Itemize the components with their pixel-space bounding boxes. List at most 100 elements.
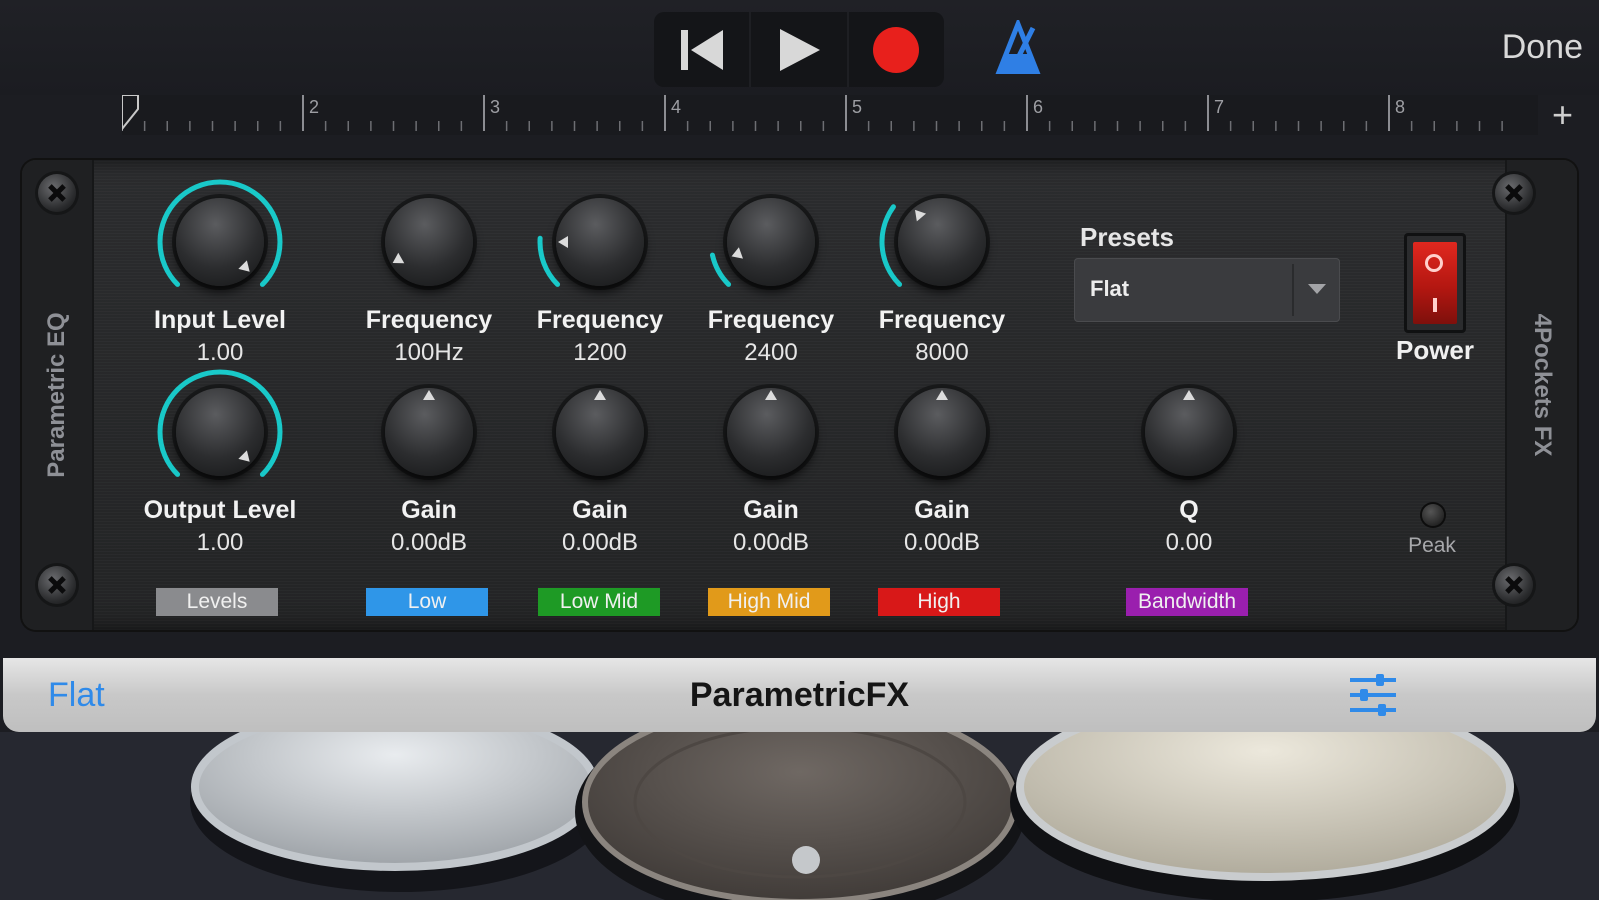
output-level-value: 1.00 [196, 529, 244, 556]
frequency-low-mid-knob-control [535, 177, 665, 307]
play-button[interactable] [751, 12, 849, 87]
add-section-button[interactable]: + [1552, 94, 1573, 136]
play-icon [779, 28, 820, 71]
frequency-high-mid-arc-path [709, 252, 732, 287]
gain-high-mid-knob-control [706, 367, 836, 497]
frequency-low-knob-control [364, 177, 494, 307]
ruler-bar-number: 2 [309, 97, 319, 117]
gain-low-knob-control [364, 367, 494, 497]
timeline-ruler[interactable]: 2 3 4 5 6 7 8 [122, 95, 1538, 135]
presets-dropdown[interactable]: Flat [1074, 258, 1340, 322]
frequency-high-arc-path [879, 204, 903, 287]
output-level-knob-control [155, 367, 285, 497]
playhead-marker-icon [122, 95, 139, 131]
q-value: 0.00 [1165, 529, 1213, 556]
plugin-name-label: Parametric EQ [43, 312, 70, 478]
gain-high-label: Gain [914, 496, 970, 524]
transport-controls [654, 12, 944, 87]
peak-label: Peak [1408, 534, 1456, 557]
frequency-high-mid-value: 2400 [744, 339, 798, 366]
dropdown-divider [1292, 264, 1294, 316]
done-button[interactable]: Done [1502, 28, 1583, 67]
plugin-settings-button[interactable] [1348, 672, 1398, 718]
band-label-low-mid: Low Mid [538, 588, 660, 616]
sliders-icon [1350, 674, 1396, 716]
preset-value: Flat [1090, 276, 1130, 301]
rewind-button[interactable] [654, 12, 752, 87]
frequency-low-label: Frequency [365, 306, 493, 334]
screw-icon [1495, 174, 1533, 212]
gain-high-knob[interactable] [898, 388, 986, 476]
metronome-button[interactable] [993, 17, 1043, 75]
q-knob-control [1124, 367, 1254, 497]
frequency-high-mid-label: Frequency [707, 306, 835, 334]
gain-high-knob-control [877, 367, 1007, 497]
gain-low-label: Gain [401, 496, 457, 524]
ruler-bar-number: 4 [671, 97, 681, 117]
parametric-eq-panel: Parametric EQ 4Pockets FX Input Level 1.0… [22, 160, 1577, 630]
q-label: Q [1179, 496, 1199, 524]
band-label-bandwidth: Bandwidth [1126, 588, 1248, 616]
output-level-label: Output Level [143, 496, 297, 524]
input-level-label: Input Level [154, 306, 286, 334]
power-on-icon [1433, 298, 1437, 312]
frequency-low-mid-value: 1200 [573, 339, 627, 366]
band-label-high: High [878, 588, 1000, 616]
presets-label: Presets [1080, 222, 1174, 252]
left-side-strip: Parametric EQ [22, 160, 94, 630]
screw-icon [1495, 566, 1533, 604]
frequency-high-label: Frequency [878, 306, 1006, 334]
frequency-high-mid-knob[interactable] [727, 198, 815, 286]
ruler-bar-number: 6 [1033, 97, 1043, 117]
power-switch[interactable] [1404, 233, 1466, 333]
gain-high-mid-knob[interactable] [727, 388, 815, 476]
right-side-strip: 4Pockets FX [1505, 160, 1577, 630]
drum-kit-image [0, 732, 1599, 900]
frequency-high-mid-knob-control [706, 177, 836, 307]
gain-low-mid-knob[interactable] [556, 388, 644, 476]
gain-low-value: 0.00dB [390, 529, 468, 556]
ruler-bar-number: 3 [490, 97, 500, 117]
gain-low-mid-label: Gain [572, 496, 628, 524]
gain-high-value: 0.00dB [903, 529, 981, 556]
frequency-low-mid-label: Frequency [536, 306, 664, 334]
skip-back-icon [680, 29, 723, 70]
band-label-low: Low [366, 588, 488, 616]
frequency-low-knob[interactable] [385, 198, 473, 286]
chevron-down-icon [1308, 284, 1326, 294]
top-toolbar: Done [0, 0, 1599, 95]
plugin-bottom-bar: Flat ParametricFX [3, 658, 1596, 732]
band-label-high-mid: High Mid [708, 588, 830, 616]
record-button[interactable] [849, 12, 944, 87]
output-level-knob[interactable] [176, 388, 264, 476]
frequency-high-knob[interactable] [898, 198, 986, 286]
metronome-icon [995, 17, 1041, 75]
input-level-value: 1.00 [196, 339, 244, 366]
gain-low-mid-knob-control [535, 367, 665, 497]
ruler-bar-number: 7 [1214, 97, 1224, 117]
frequency-high-knob-control [877, 177, 1007, 307]
vendor-label: 4Pockets FX [1529, 313, 1556, 457]
ruler-bar-number: 5 [852, 97, 862, 117]
frequency-low-mid-knob[interactable] [556, 198, 644, 286]
screw-icon [38, 174, 76, 212]
frequency-high-value: 8000 [915, 339, 969, 366]
record-icon [873, 26, 920, 73]
drum-kit-background [0, 732, 1599, 900]
ruler-ticks: 2 3 4 5 6 7 8 [122, 95, 1503, 131]
power-rocker [1413, 242, 1457, 324]
band-label-levels: Levels [156, 588, 278, 616]
peak-led-indicator [1422, 504, 1444, 526]
gain-low-mid-value: 0.00dB [561, 529, 639, 556]
input-level-knob-control [155, 177, 285, 307]
screw-icon [38, 566, 76, 604]
frequency-low-value: 100Hz [394, 339, 464, 366]
q-knob[interactable] [1145, 388, 1233, 476]
gain-low-knob[interactable] [385, 388, 473, 476]
input-level-knob[interactable] [176, 198, 264, 286]
ruler-bar-number: 8 [1395, 97, 1405, 117]
gain-high-mid-label: Gain [743, 496, 799, 524]
power-off-icon [1425, 254, 1443, 272]
power-label: Power [1395, 335, 1475, 365]
frequency-low-mid-arc-path [537, 235, 561, 287]
